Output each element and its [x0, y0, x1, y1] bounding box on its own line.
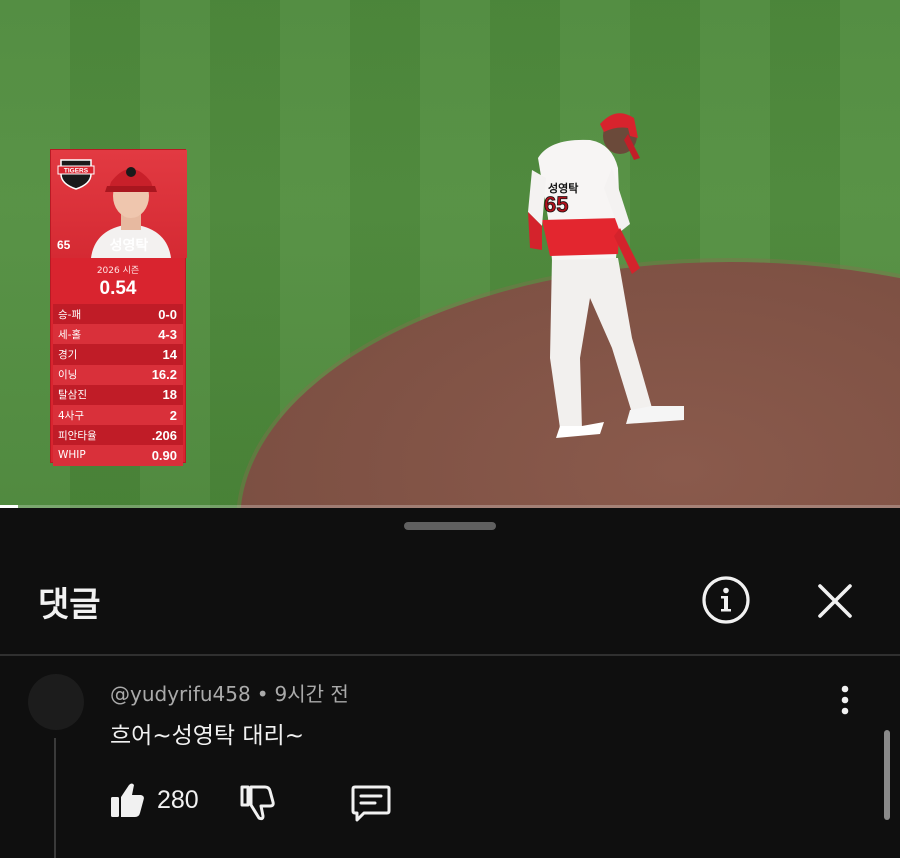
header-divider	[0, 654, 900, 656]
stat-row: 피안타율 .206	[53, 425, 183, 446]
comment-author[interactable]: @yudyrifu458	[110, 682, 251, 706]
stat-row: 경기 14	[53, 344, 183, 365]
comments-panel: 댓글 @yudyrifu458 • 9시간 전 흐어~성영탁 대리~ 280	[0, 508, 900, 858]
close-icon[interactable]	[812, 578, 858, 624]
jersey-number: 65	[544, 192, 568, 217]
stat-table: 승-패 0-0 세-홀 4-3 경기 14 이닝 16.2 탈삼진 18 4사구 2 피안타…	[53, 304, 183, 466]
stat-row: 이닝 16.2	[53, 364, 183, 385]
stat-row: 세-홀 4-3	[53, 324, 183, 345]
stat-row: 승-패 0-0	[53, 304, 183, 325]
scrollbar[interactable]	[884, 730, 890, 820]
reply-thread-line	[54, 738, 56, 858]
comment-time: 9시간 전	[274, 682, 349, 706]
like-count: 280	[157, 786, 199, 814]
era-value: 0.54	[99, 278, 137, 299]
drag-handle[interactable]	[404, 522, 496, 530]
info-icon[interactable]	[700, 574, 752, 626]
video-player[interactable]: 성영탁 65 TIGERS 65 성영탁 2026 시즌 0.54 승-패 0-0	[0, 0, 900, 508]
more-vertical-icon[interactable]	[830, 682, 860, 722]
season-label: 2026 시즌	[96, 266, 140, 276]
player-stat-card: TIGERS 65 성영탁 2026 시즌 0.54 승-패 0-0 세-홀 4-3…	[50, 149, 187, 466]
reply-icon[interactable]	[350, 782, 392, 822]
comment-meta: @yudyrifu458 • 9시간 전	[110, 678, 349, 707]
comment-text: 흐어~성영탁 대리~	[110, 723, 304, 749]
stat-row: 탈삼진 18	[53, 384, 183, 405]
stat-row: 4사구 2	[53, 404, 183, 426]
thumbs-up-icon[interactable]	[108, 780, 146, 820]
pitcher-figure: 성영탁 65	[528, 113, 684, 438]
meta-separator: •	[256, 682, 269, 706]
avatar[interactable]	[28, 674, 84, 730]
thumbs-down-icon[interactable]	[236, 782, 276, 822]
comments-title: 댓글	[38, 585, 101, 625]
player-name: 성영탁	[109, 238, 149, 254]
stat-row: WHIP 0.90	[53, 445, 183, 466]
